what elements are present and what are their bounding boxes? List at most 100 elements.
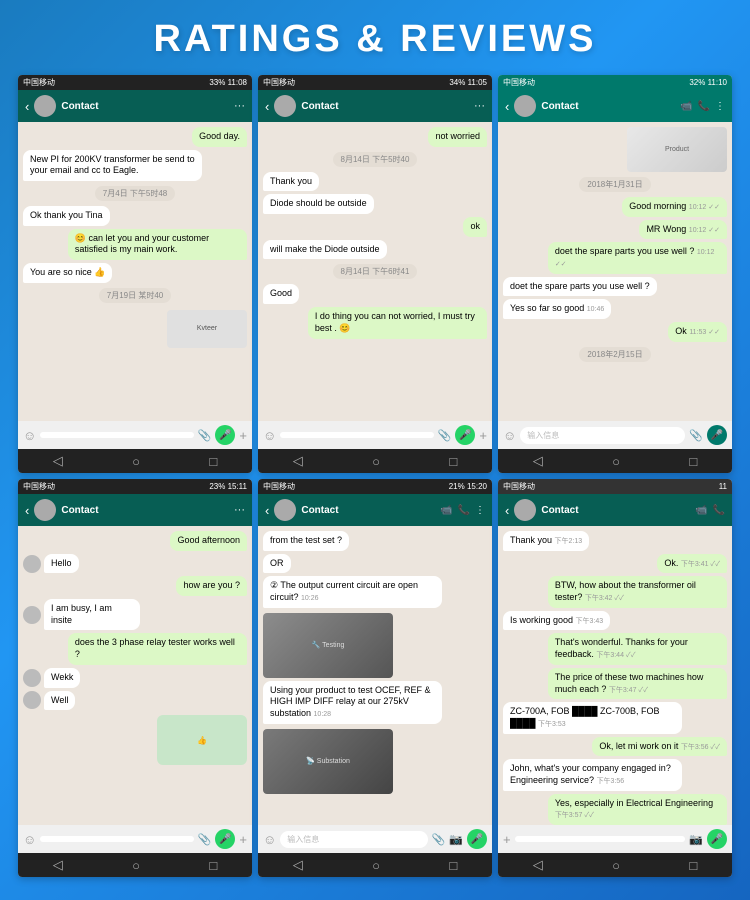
mic-btn-1[interactable]: 🎤	[215, 425, 235, 445]
msg-2-4: ok	[463, 217, 487, 237]
chat-input-4: ☺ 📎 🎤 +	[18, 825, 252, 853]
chat-header-5: ‹ Contact 📹 📞 ⋮	[258, 494, 492, 526]
nav-apps-5[interactable]: □	[449, 858, 457, 873]
clip-icon-5[interactable]: 📎	[432, 833, 446, 846]
more-icon-3[interactable]: ⋮	[715, 101, 725, 112]
msg-4-4: I am busy, I am insite	[44, 599, 140, 630]
mic-btn-2[interactable]: 🎤	[455, 425, 475, 445]
status-right-2: 34% 11:05	[449, 78, 487, 87]
nav-back-5[interactable]: ◁	[293, 857, 303, 873]
send-btn-5[interactable]: 🎤	[467, 829, 487, 849]
nav-home-5[interactable]: ○	[372, 858, 380, 873]
more-icon-5[interactable]: ⋮	[475, 505, 485, 516]
plus-icon-6[interactable]: +	[503, 832, 511, 847]
phone-screen-5: 中国移动 21% 15:20 ‹ Contact 📹 📞 ⋮ from the …	[258, 479, 492, 877]
video-icon-6[interactable]: 📹	[695, 505, 707, 516]
input-field-6[interactable]	[515, 836, 686, 842]
emoji-btn-2[interactable]: ☺	[263, 428, 276, 443]
msg-6-7: ZC-700A, FOB ████ ZC-700B, FOB ████ 下午3:…	[503, 702, 682, 733]
back-arrow-4[interactable]: ‹	[25, 503, 29, 518]
emoji-btn-3[interactable]: ☺	[503, 428, 516, 443]
status-left-1: 中国移动	[23, 77, 55, 88]
back-arrow-1[interactable]: ‹	[25, 99, 29, 114]
msg-1-2: New PI for 200KV transformer be send to …	[23, 150, 202, 181]
attach-btn-4[interactable]: 📎	[198, 833, 212, 846]
msg-2-6: Good	[263, 284, 299, 304]
nav-back-3[interactable]: ◁	[533, 453, 543, 469]
back-arrow-2[interactable]: ‹	[265, 99, 269, 114]
msg-5-1: from the test set ?	[263, 531, 349, 551]
back-arrow-6[interactable]: ‹	[505, 503, 509, 518]
call-icon-5[interactable]: 📞	[458, 505, 470, 516]
nav-back-1[interactable]: ◁	[53, 453, 63, 469]
screenshots-grid: 中国移动 33% 11:08 ‹ Contact ··· Good day. N…	[0, 75, 750, 895]
emoji-btn-5[interactable]: ☺	[263, 832, 276, 847]
date-3-1: 2018年1月31日	[579, 177, 650, 192]
msg-5-3: ② The output current circuit are open ci…	[263, 576, 442, 607]
input-field-1[interactable]	[40, 432, 193, 438]
nav-back-6[interactable]: ◁	[533, 857, 543, 873]
plus-btn-4[interactable]: +	[239, 832, 247, 847]
nav-back-2[interactable]: ◁	[293, 453, 303, 469]
mic-btn-6[interactable]: 🎤	[707, 829, 727, 849]
status-bar-2: 中国移动 34% 11:05	[258, 75, 492, 90]
msg-3-2: MR Wong 10:12 ✓✓	[639, 220, 727, 240]
plus-btn-1[interactable]: +	[239, 428, 247, 443]
msg-3-6: Ok 11:53 ✓✓	[668, 322, 727, 342]
send-btn-3[interactable]: 🎤	[707, 425, 727, 445]
input-field-2[interactable]	[280, 432, 433, 438]
mic-btn-4[interactable]: 🎤	[215, 829, 235, 849]
video-icon-3[interactable]: 📹	[680, 101, 692, 112]
phone-screen-3: 中国移动 32% 11:10 ‹ Contact 📹 📞 ⋮ Product 2…	[498, 75, 732, 473]
attach-btn-2[interactable]: 📎	[438, 429, 452, 442]
attach-btn-1[interactable]: 📎	[198, 429, 212, 442]
status-left-5: 中国移动	[263, 481, 295, 492]
msg-1-1: Good day.	[192, 127, 247, 147]
nav-back-4[interactable]: ◁	[53, 857, 63, 873]
nav-apps-2[interactable]: □	[449, 454, 457, 469]
msg-6-3: BTW, how about the transformer oil teste…	[548, 576, 727, 607]
msg-5-4: Using your product to test OCEF, REF & H…	[263, 681, 442, 724]
input-field-4[interactable]	[40, 836, 193, 842]
plus-btn-2[interactable]: +	[479, 428, 487, 443]
contact-name-4: Contact	[61, 505, 229, 516]
msg-6-4: Is working good 下午3:43	[503, 611, 610, 631]
emoji-btn-1[interactable]: ☺	[23, 428, 36, 443]
back-arrow-3[interactable]: ‹	[505, 99, 509, 114]
chat-input-6: + 📷 🎤	[498, 825, 732, 853]
camera-icon-6[interactable]: 📷	[689, 833, 703, 846]
nav-apps-1[interactable]: □	[209, 454, 217, 469]
nav-home-4[interactable]: ○	[132, 858, 140, 873]
nav-home-1[interactable]: ○	[132, 454, 140, 469]
video-icon-5[interactable]: 📹	[440, 505, 452, 516]
chat-body-5: from the test set ? OR ② The output curr…	[258, 526, 492, 825]
input-field-3[interactable]: 输入信息	[520, 427, 685, 444]
input-field-5[interactable]: 输入信息	[280, 831, 427, 848]
emoji-btn-4[interactable]: ☺	[23, 832, 36, 847]
chat-body-4: Good afternoon Hello how are you ? I am …	[18, 526, 252, 825]
chat-header-2: ‹ Contact ···	[258, 90, 492, 122]
call-icon-3[interactable]: 📞	[698, 101, 710, 112]
chat-input-2: ☺ 📎 🎤 +	[258, 421, 492, 449]
nav-apps-3[interactable]: □	[689, 454, 697, 469]
date-3-2: 2018年2月15日	[579, 347, 650, 362]
clip-icon-3[interactable]: 📎	[689, 429, 703, 442]
nav-home-3[interactable]: ○	[612, 454, 620, 469]
nav-apps-4[interactable]: □	[209, 858, 217, 873]
chat-body-2: not worried 8月14日 下午5时40 Thank you Diode…	[258, 122, 492, 421]
camera-icon-5[interactable]: 📷	[449, 833, 463, 846]
avatar-2	[274, 95, 296, 117]
chat-input-5: ☺ 输入信息 📎 📷 🎤	[258, 825, 492, 853]
nav-bar-4: ◁ ○ □	[18, 853, 252, 877]
nav-home-2[interactable]: ○	[372, 454, 380, 469]
status-bar-6: 中国移动 11	[498, 479, 732, 494]
call-icon-6[interactable]: 📞	[713, 505, 725, 516]
nav-apps-6[interactable]: □	[689, 858, 697, 873]
header-icons-4: ···	[234, 504, 245, 516]
msg-2-5: will make the Diode outside	[263, 240, 387, 260]
back-arrow-5[interactable]: ‹	[265, 503, 269, 518]
status-right-5: 21% 15:20	[449, 482, 487, 491]
avatar-6	[514, 499, 536, 521]
chat-header-1: ‹ Contact ···	[18, 90, 252, 122]
nav-home-6[interactable]: ○	[612, 858, 620, 873]
